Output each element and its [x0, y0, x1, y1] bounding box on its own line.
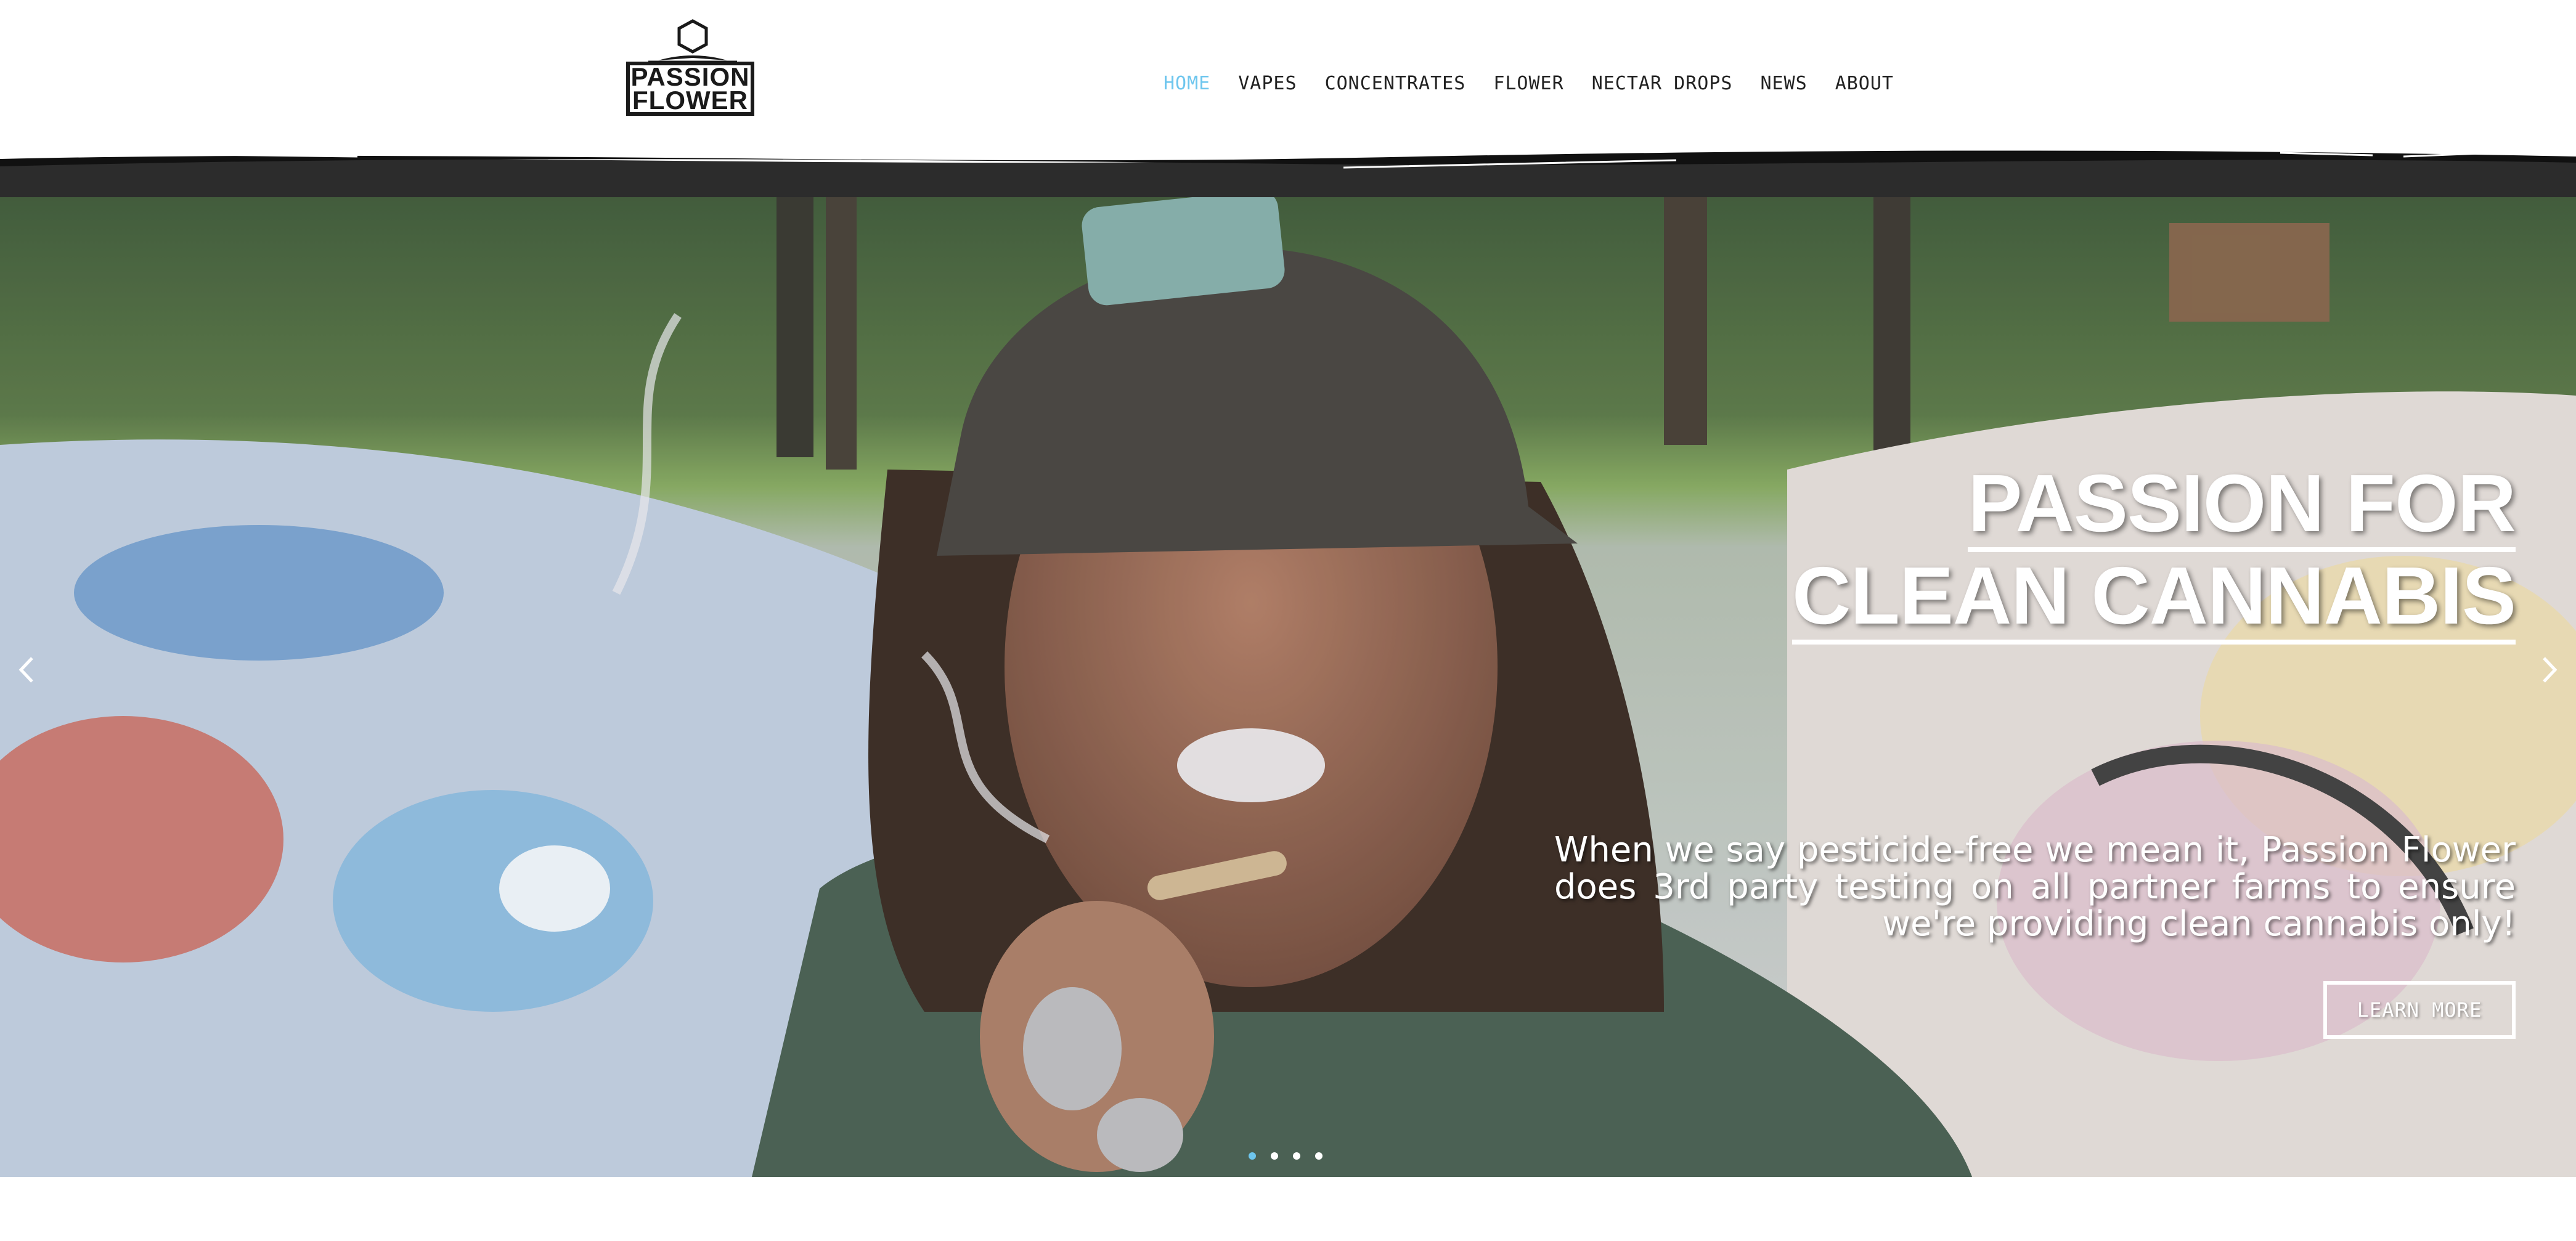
hero-slider: PASSION FOR CLEAN CANNABIS When we say p…	[0, 161, 2576, 1177]
nav-home[interactable]: HOME	[1164, 73, 1210, 94]
slider-next-button[interactable]	[2530, 648, 2567, 691]
chevron-right-icon	[2543, 657, 2558, 683]
chevron-left-icon	[18, 657, 33, 683]
logo-line-2: FLOWER	[632, 86, 748, 115]
hero-subtitle: When we say pesticide-free we mean it, P…	[1554, 830, 2516, 944]
nav-news[interactable]: NEWS	[1760, 73, 1807, 94]
hero-overlay	[0, 161, 2576, 1177]
slider-dot-1[interactable]	[1249, 1152, 1256, 1160]
hexagon-logo-icon	[648, 19, 737, 63]
nav-nectar-drops[interactable]: NECTAR DROPS	[1592, 73, 1733, 94]
site-header: PASSION FLOWER HOME VAPES CONCENTRATES F…	[0, 0, 2576, 173]
slider-dot-2[interactable]	[1271, 1152, 1278, 1160]
nav-vapes[interactable]: VAPES	[1238, 73, 1297, 94]
slider-prev-button[interactable]	[9, 648, 46, 691]
slider-dot-4[interactable]	[1315, 1152, 1323, 1160]
hero-title-line-1: PASSION FOR	[1968, 460, 2516, 552]
logo-wordmark: PASSION FLOWER	[626, 62, 754, 116]
learn-more-button[interactable]: LEARN MORE	[2323, 981, 2516, 1039]
hero-title: PASSION FOR CLEAN CANNABIS	[1792, 460, 2516, 645]
brand-logo[interactable]: PASSION FLOWER	[624, 17, 762, 122]
main-nav: HOME VAPES CONCENTRATES FLOWER NECTAR DR…	[1164, 73, 1894, 94]
hero-title-line-2: CLEAN CANNABIS	[1792, 552, 2516, 645]
header-brush-divider	[0, 150, 2576, 197]
nav-flower[interactable]: FLOWER	[1493, 73, 1563, 94]
nav-about[interactable]: ABOUT	[1835, 73, 1894, 94]
nav-concentrates[interactable]: CONCENTRATES	[1325, 73, 1466, 94]
slider-dots	[1249, 1152, 1323, 1160]
slider-dot-3[interactable]	[1293, 1152, 1300, 1160]
